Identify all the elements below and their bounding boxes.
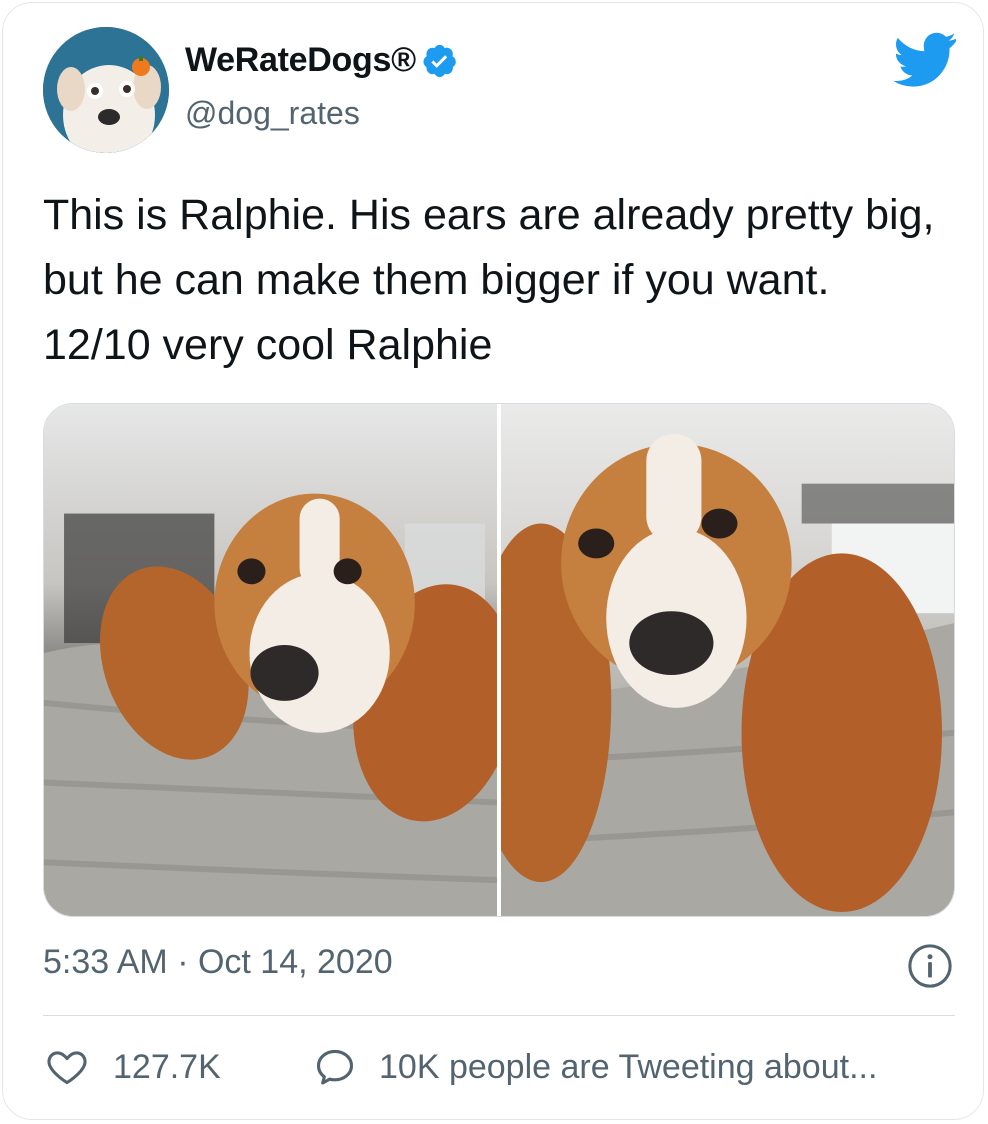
tweet-card: WeRateDogs® @dog_rates This is Ralphie. …	[2, 2, 984, 1120]
avatar[interactable]	[43, 27, 169, 153]
photo-1[interactable]	[44, 404, 497, 916]
like-button[interactable]: 127.7K	[45, 1045, 221, 1089]
divider	[43, 1015, 955, 1016]
like-count: 127.7K	[113, 1047, 221, 1086]
photo-2[interactable]	[501, 404, 954, 916]
dog-photo-1	[44, 404, 497, 916]
media-grid[interactable]	[43, 403, 955, 917]
info-icon[interactable]	[907, 943, 953, 989]
conversation-link[interactable]: 10K people are Tweeting about...	[313, 1045, 877, 1089]
heart-icon	[47, 1051, 87, 1085]
verified-badge-icon	[423, 44, 456, 77]
display-name-row[interactable]: WeRateDogs®	[185, 41, 458, 80]
timestamp[interactable]: 5:33 AM · Oct 14, 2020	[43, 943, 393, 982]
speech-bubble-icon	[316, 1049, 354, 1085]
dog-photo-2	[501, 404, 954, 916]
handle[interactable]: @dog_rates	[185, 95, 360, 132]
display-name[interactable]: WeRateDogs®	[185, 41, 416, 80]
twitter-bird-icon[interactable]	[893, 31, 957, 87]
avatar-dog-image	[43, 27, 169, 153]
conversation-text: 10K people are Tweeting about...	[379, 1047, 878, 1086]
tweet-text: This is Ralphie. His ears are already pr…	[43, 191, 935, 369]
